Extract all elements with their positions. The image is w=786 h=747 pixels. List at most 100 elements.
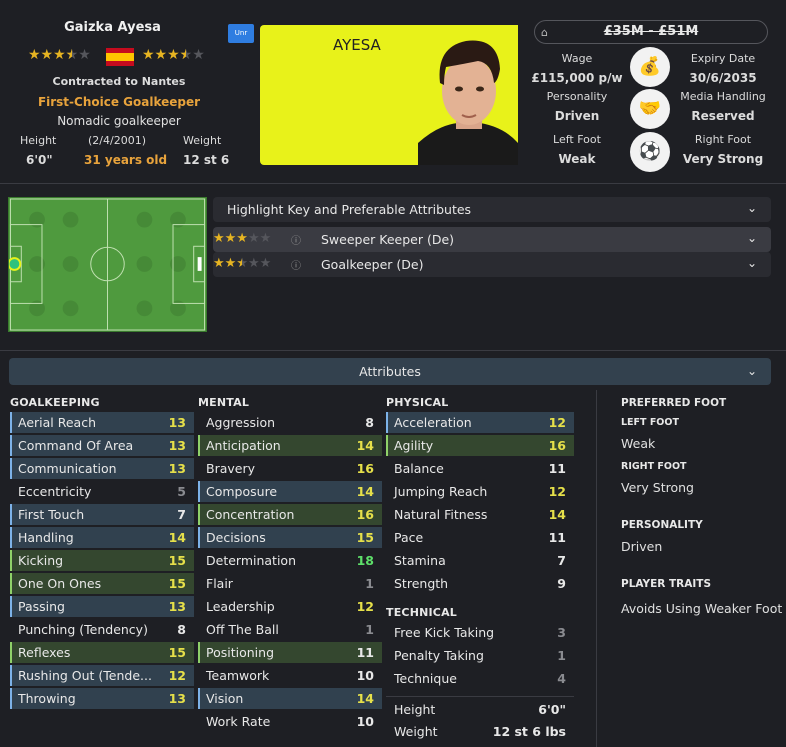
attributes-label: Attributes — [359, 364, 421, 379]
attribute-value: 10 — [356, 714, 374, 729]
physical-attribute-row[interactable]: Acceleration 12 — [386, 412, 574, 433]
attribute-value: 4 — [557, 671, 566, 686]
attribute-value: 12 — [548, 484, 566, 499]
goalkeeping-attribute-row[interactable]: Rushing Out (Tende... 12 — [10, 665, 194, 686]
personality-label: Personality — [546, 90, 608, 103]
mental-attribute-row[interactable]: Composure 14 — [198, 481, 382, 502]
attribute-name: Kicking — [18, 553, 64, 568]
mental-attribute-row[interactable]: Flair 1 — [198, 573, 382, 594]
right-foot-value: Very Strong — [621, 480, 694, 495]
expiry-label: Expiry Date — [690, 52, 756, 65]
player-role: First-Choice Goalkeeper — [37, 95, 201, 109]
left-foot-value: Weak — [558, 152, 596, 166]
physical-attribute-row[interactable]: Balance 11 — [386, 458, 574, 479]
left-foot-title: LEFT FOOT — [621, 417, 679, 428]
physical-attribute-row[interactable]: Jumping Reach 12 — [386, 481, 574, 502]
attribute-value: 13 — [168, 438, 186, 453]
weight-label: Weight — [183, 134, 222, 147]
height-label: Height — [20, 134, 57, 147]
mental-attribute-row[interactable]: Work Rate 10 — [198, 711, 382, 732]
attributes-dropdown[interactable]: Attributes ⌄ — [9, 358, 771, 385]
attribute-value: 1 — [557, 648, 566, 663]
physical-attribute-row[interactable]: Agility 16 — [386, 435, 574, 456]
body-weight-row: Weight 12 st 6 lbs — [394, 724, 566, 739]
attribute-value: 15 — [168, 576, 186, 591]
goalkeeping-attribute-row[interactable]: Throwing 13 — [10, 688, 194, 709]
attribute-name: Bravery — [206, 461, 255, 476]
info-icon[interactable]: ⓘ — [291, 257, 301, 272]
right-foot-value: Very Strong — [682, 152, 764, 166]
mental-attribute-row[interactable]: Positioning 11 — [198, 642, 382, 663]
role-goalkeeper[interactable]: ★★★★★★ ⓘ Goalkeeper (De) ⌄ — [213, 252, 771, 277]
position-pitch[interactable] — [8, 197, 207, 332]
personality-title: PERSONALITY — [621, 519, 703, 531]
goalkeeping-attribute-row[interactable]: Aerial Reach 13 — [10, 412, 194, 433]
mental-attribute-row[interactable]: Decisions 15 — [198, 527, 382, 548]
attribute-value: 12 — [356, 599, 374, 614]
mental-attribute-row[interactable]: Anticipation 14 — [198, 435, 382, 456]
attribute-name: Agility — [394, 438, 434, 453]
attribute-name: Leadership — [206, 599, 275, 614]
role-sweeper-keeper[interactable]: ★★★★★ ⓘ Sweeper Keeper (De) ⌄ — [213, 227, 771, 252]
mental-attribute-row[interactable]: Bravery 16 — [198, 458, 382, 479]
highlight-key-dropdown[interactable]: Highlight Key and Preferable Attributes … — [213, 197, 771, 222]
physical-attribute-row[interactable]: Strength 9 — [386, 573, 574, 594]
attribute-value: 18 — [356, 553, 374, 568]
mental-attribute-row[interactable]: Vision 14 — [198, 688, 382, 709]
mental-attribute-row[interactable]: Determination 18 — [198, 550, 382, 571]
divider — [0, 183, 786, 184]
goalkeeping-attribute-row[interactable]: Handling 14 — [10, 527, 194, 548]
goalkeeping-attribute-row[interactable]: One On Ones 15 — [10, 573, 194, 594]
attribute-name: Jumping Reach — [394, 484, 488, 499]
attribute-value: 14 — [356, 484, 374, 499]
goalkeeping-title: GOALKEEPING — [10, 396, 100, 409]
mental-attribute-row[interactable]: Teamwork 10 — [198, 665, 382, 686]
goalkeeping-attribute-row[interactable]: First Touch 7 — [10, 504, 194, 525]
attribute-name: Strength — [394, 576, 449, 591]
attribute-value: 11 — [548, 461, 566, 476]
technical-attribute-row[interactable]: Penalty Taking 1 — [386, 645, 574, 666]
football-boot-icon: ⚽ — [630, 132, 670, 172]
attribute-value: 7 — [177, 507, 186, 522]
gk-position-marker — [9, 257, 22, 271]
goalkeeping-attribute-row[interactable]: Passing 13 — [10, 596, 194, 617]
physical-attribute-row[interactable]: Pace 11 — [386, 527, 574, 548]
attribute-name: Anticipation — [206, 438, 281, 453]
goalkeeping-attribute-row[interactable]: Command Of Area 13 — [10, 435, 194, 456]
attribute-name: Natural Fitness — [394, 507, 488, 522]
attribute-name: Command Of Area — [18, 438, 134, 453]
wage-label: Wage — [561, 52, 593, 65]
expiry-value: 30/6/2035 — [689, 71, 757, 85]
goalkeeping-attribute-row[interactable]: Communication 13 — [10, 458, 194, 479]
technical-title: TECHNICAL — [386, 606, 457, 619]
status-badge[interactable]: Unr — [228, 24, 254, 43]
technical-attribute-row[interactable]: Free Kick Taking 3 — [386, 622, 574, 643]
attribute-value: 5 — [177, 484, 186, 499]
goalkeeping-attribute-row[interactable]: Eccentricity 5 — [10, 481, 194, 502]
mental-attribute-row[interactable]: Concentration 16 — [198, 504, 382, 525]
attribute-value: 14 — [356, 438, 374, 453]
mental-attribute-row[interactable]: Aggression 8 — [198, 412, 382, 433]
mental-attribute-row[interactable]: Off The Ball 1 — [198, 619, 382, 640]
role-stars: ★★★★★ — [213, 231, 272, 246]
money-bag-icon: 💰 — [630, 47, 670, 87]
attribute-value: 7 — [557, 553, 566, 568]
attribute-name: Rushing Out (Tende... — [18, 668, 152, 683]
attribute-value: 8 — [177, 622, 186, 637]
attribute-value: 15 — [356, 530, 374, 545]
physical-attribute-row[interactable]: Natural Fitness 14 — [386, 504, 574, 525]
left-foot-value: Weak — [621, 436, 656, 451]
attribute-name: One On Ones — [18, 576, 102, 591]
goalkeeping-attribute-row[interactable]: Kicking 15 — [10, 550, 194, 571]
highlight-key-label: Highlight Key and Preferable Attributes — [227, 202, 472, 217]
physical-title: PHYSICAL — [386, 396, 449, 409]
goalkeeping-attribute-row[interactable]: Reflexes 15 — [10, 642, 194, 663]
technical-attribute-row[interactable]: Technique 4 — [386, 668, 574, 689]
attribute-name: Communication — [18, 461, 117, 476]
info-icon[interactable]: ⓘ — [291, 232, 301, 247]
goalkeeping-attribute-row[interactable]: Punching (Tendency) 8 — [10, 619, 194, 640]
divider — [0, 350, 786, 351]
physical-attribute-row[interactable]: Stamina 7 — [386, 550, 574, 571]
player-description: Nomadic goalkeeper — [57, 114, 181, 128]
mental-attribute-row[interactable]: Leadership 12 — [198, 596, 382, 617]
